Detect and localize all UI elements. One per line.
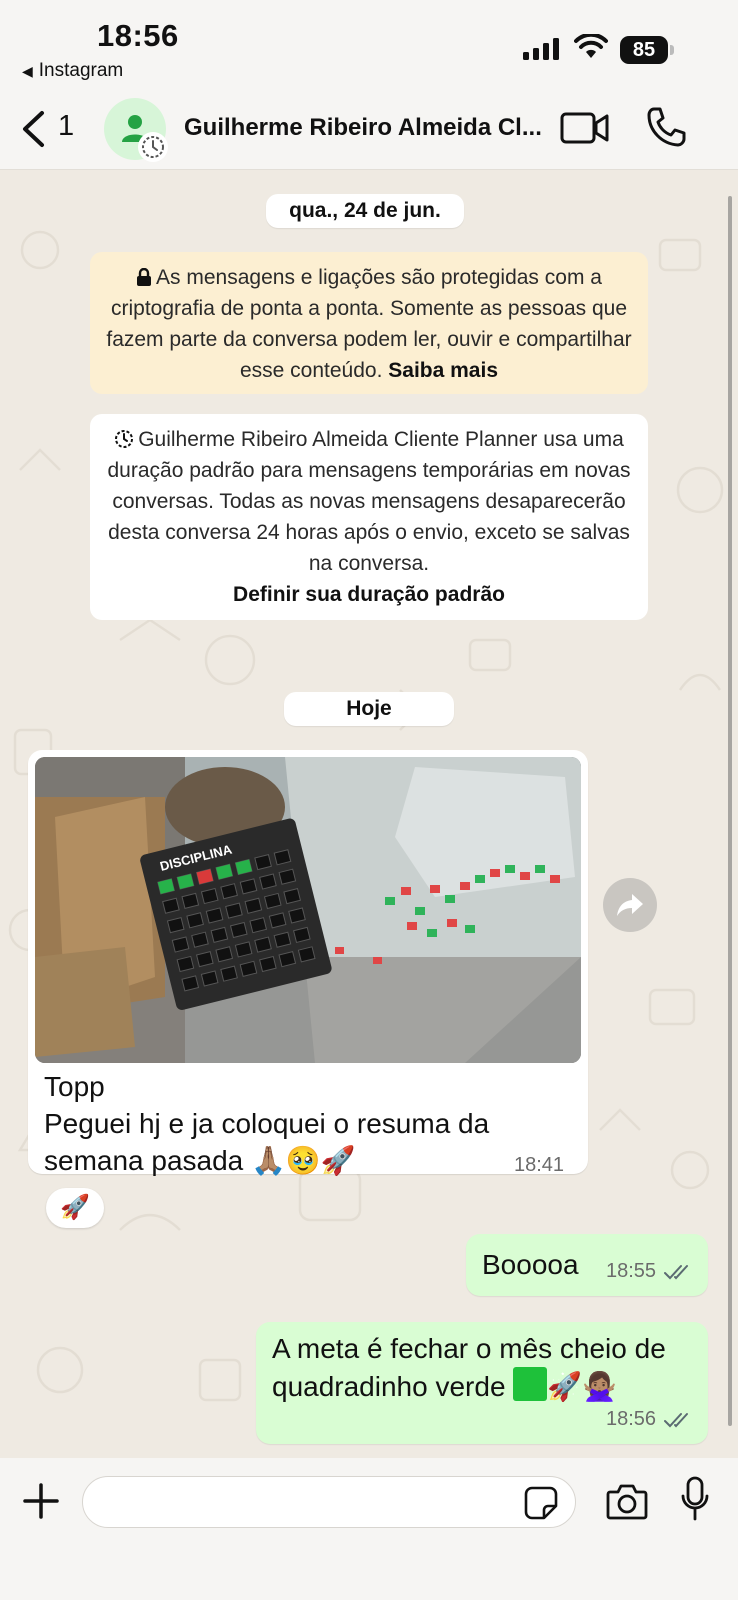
back-app-label: Instagram bbox=[38, 60, 124, 81]
timer-icon bbox=[142, 136, 164, 158]
timer-icon bbox=[115, 430, 134, 448]
camera-icon[interactable] bbox=[606, 1482, 648, 1520]
set-default-duration-link[interactable]: Definir sua duração padrão bbox=[233, 583, 505, 606]
scrollbar[interactable] bbox=[728, 196, 732, 1426]
outgoing-message-bubble[interactable]: A meta é fechar o mês cheio de quadradin… bbox=[256, 1322, 708, 1444]
disappearing-notice-text: Guilherme Ribeiro Almeida Cliente Planne… bbox=[107, 428, 631, 575]
encryption-notice[interactable]: As mensagens e ligações são protegidas c… bbox=[90, 252, 648, 394]
forward-button[interactable] bbox=[603, 878, 657, 932]
status-bar: 18:56 ◀ Instagram 85 bbox=[0, 0, 738, 88]
unread-count[interactable]: 1 bbox=[58, 110, 74, 143]
outgoing-message-time: 18:55 bbox=[606, 1260, 657, 1282]
outgoing-message-bubble[interactable]: Booooa 18:55 bbox=[466, 1234, 708, 1296]
incoming-message-text-line3: semana pasada 🙏🏽🥹🚀 bbox=[44, 1145, 356, 1176]
cellular-signal-icon bbox=[523, 38, 559, 60]
outgoing-message-text-line2-words: quadradinho verde bbox=[272, 1371, 506, 1402]
back-chevron-icon[interactable] bbox=[20, 110, 46, 148]
battery-level: 85 bbox=[620, 36, 674, 64]
chat-area[interactable]: qua., 24 de jun. As mensagens e ligações… bbox=[0, 170, 738, 1458]
outgoing-message-time: 18:56 bbox=[606, 1408, 657, 1430]
battery-icon: 85 bbox=[620, 36, 674, 64]
back-triangle-icon: ◀ bbox=[22, 63, 33, 79]
incoming-message-bubble[interactable]: DISCIPLINA Topp Peguei hj e ja coloquei … bbox=[28, 750, 588, 1176]
date-divider: qua., 24 de jun. bbox=[266, 194, 464, 228]
outgoing-message-text-line2: quadradinho verde 🚀🙅🏽‍♀️ bbox=[272, 1367, 617, 1405]
attach-plus-icon[interactable] bbox=[22, 1482, 60, 1520]
sticker-icon[interactable] bbox=[524, 1486, 558, 1520]
disappearing-messages-notice[interactable]: Guilherme Ribeiro Almeida Cliente Planne… bbox=[90, 414, 648, 620]
back-to-app-link[interactable]: ◀ Instagram bbox=[22, 60, 123, 82]
outgoing-message-text-line2-emoji: 🚀🙅🏽‍♀️ bbox=[547, 1371, 618, 1402]
message-reaction[interactable]: 🚀 bbox=[46, 1188, 104, 1228]
composer-bar bbox=[0, 1458, 738, 1600]
learn-more-link[interactable]: Saiba mais bbox=[388, 359, 498, 382]
incoming-message-time: 18:41 bbox=[514, 1154, 565, 1176]
disappearing-timer-badge bbox=[138, 132, 168, 162]
date-divider-today: Hoje bbox=[284, 692, 454, 726]
clock: 18:56 bbox=[97, 18, 179, 53]
incoming-message-text-line1: Topp bbox=[44, 1071, 105, 1102]
outgoing-message-text: Booooa bbox=[482, 1249, 579, 1280]
forward-icon bbox=[617, 894, 643, 916]
message-input[interactable] bbox=[82, 1476, 576, 1528]
photo-image: DISCIPLINA bbox=[35, 757, 581, 1063]
wifi-icon bbox=[574, 34, 608, 58]
video-call-icon[interactable] bbox=[560, 110, 610, 146]
chat-title[interactable]: Guilherme Ribeiro Almeida Cl... bbox=[184, 114, 544, 142]
chat-header: 1 Guilherme Ribeiro Almeida Cl... bbox=[0, 88, 738, 170]
read-receipt-icon bbox=[664, 1265, 688, 1280]
read-receipt-icon bbox=[664, 1413, 688, 1428]
incoming-message-text-line2: Peguei hj e ja coloquei o resuma da bbox=[44, 1108, 490, 1139]
outgoing-message-text-line1: A meta é fechar o mês cheio de bbox=[272, 1333, 666, 1364]
voice-call-icon[interactable] bbox=[646, 106, 686, 148]
message-photo[interactable]: DISCIPLINA bbox=[35, 757, 581, 1063]
green-square-icon bbox=[513, 1367, 548, 1401]
lock-icon bbox=[137, 267, 152, 286]
encryption-notice-text: As mensagens e ligações são protegidas c… bbox=[106, 266, 632, 382]
microphone-icon[interactable] bbox=[680, 1476, 710, 1522]
